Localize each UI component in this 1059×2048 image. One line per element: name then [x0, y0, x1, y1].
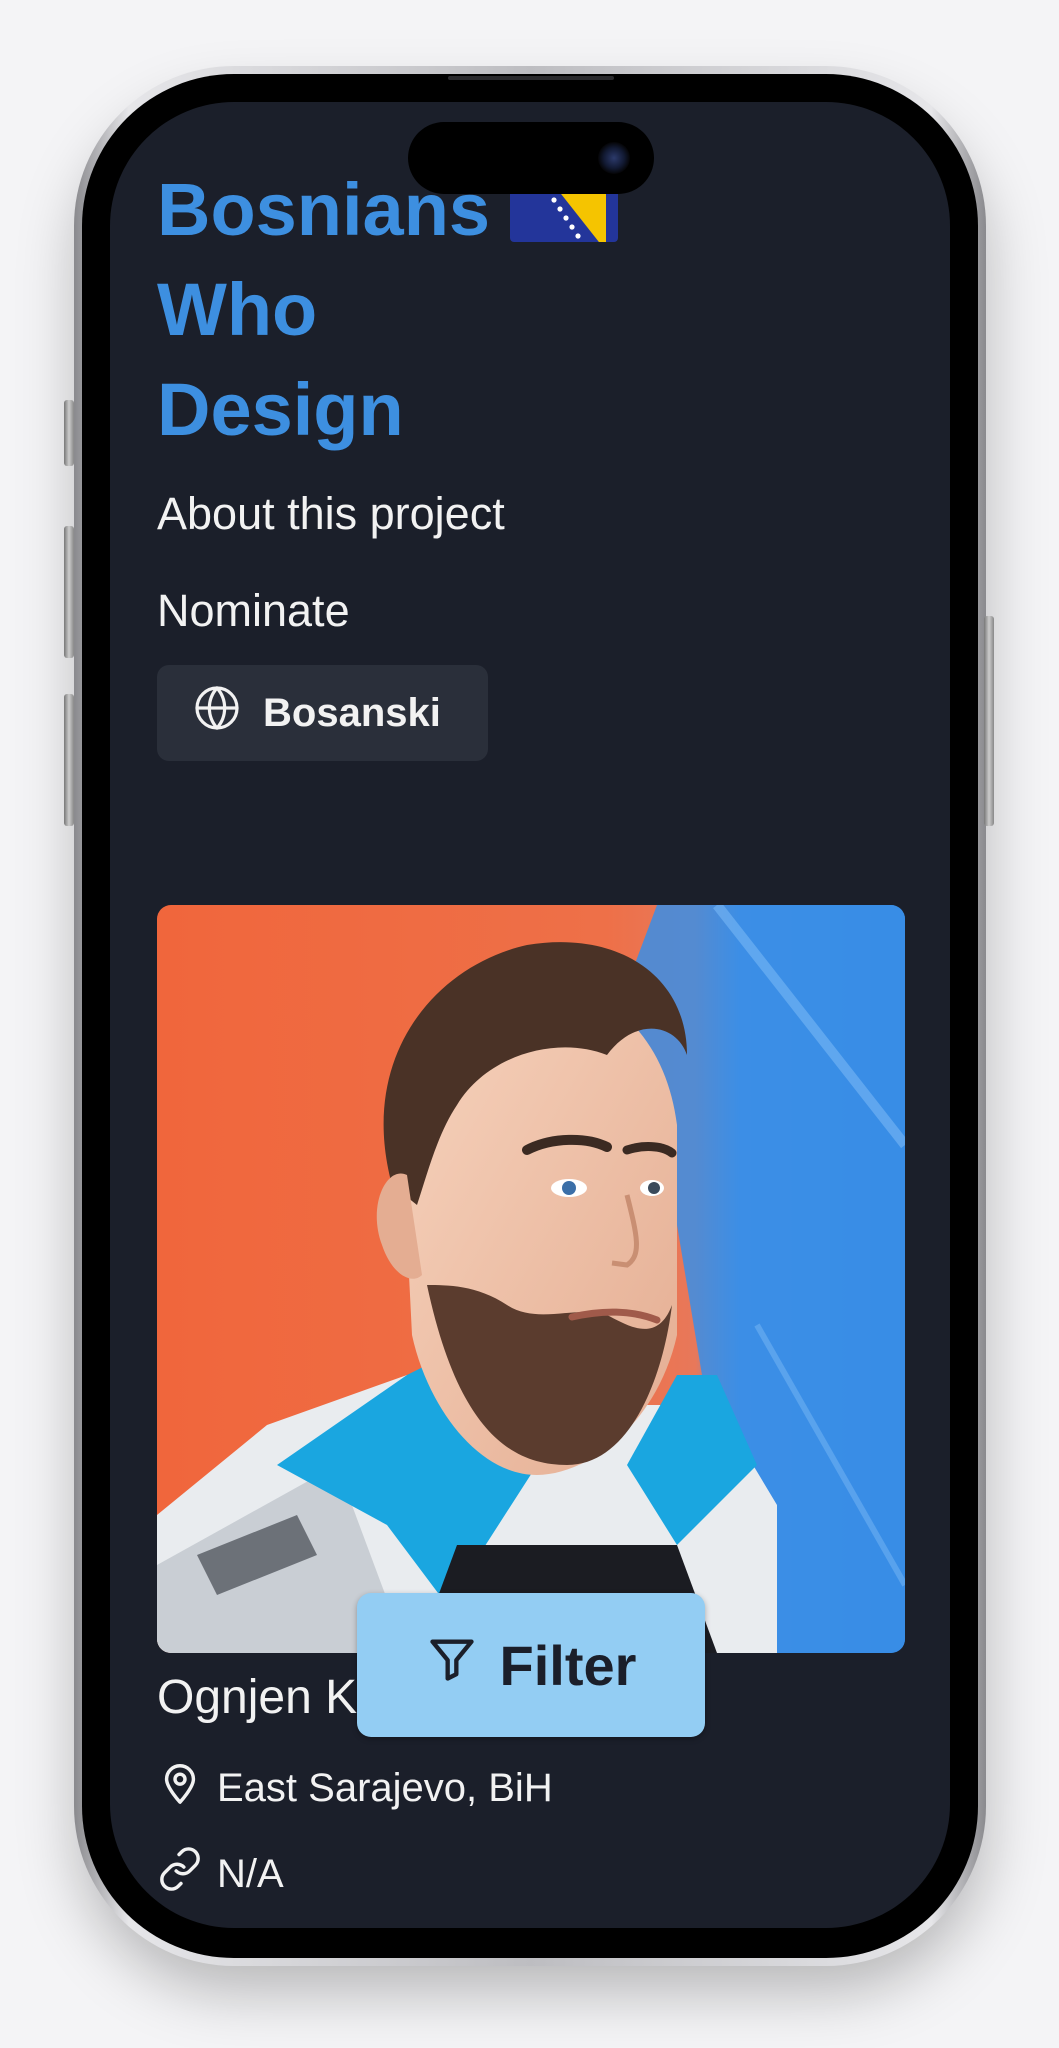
phone-action-button — [64, 400, 74, 466]
designer-name[interactable]: Ognjen K — [157, 1670, 357, 1725]
website-text[interactable]: N/A — [217, 1852, 284, 1897]
location-text: East Sarajevo, BiH — [217, 1765, 553, 1810]
language-button[interactable]: Bosanski — [157, 665, 488, 761]
page-title[interactable]: Bosnians Who Design — [157, 160, 717, 460]
title-line-2: Who — [157, 268, 318, 351]
about-link[interactable]: About this project — [157, 488, 505, 540]
nominate-link[interactable]: Nominate — [157, 585, 350, 637]
globe-icon — [193, 684, 241, 742]
phone-volume-down-button — [64, 694, 74, 826]
language-label: Bosanski — [263, 690, 441, 735]
phone-power-button — [984, 616, 994, 826]
phone-speaker — [448, 76, 614, 80]
filter-label: Filter — [499, 1633, 637, 1697]
location-row: East Sarajevo, BiH — [157, 1760, 553, 1816]
map-pin-icon — [157, 1760, 203, 1816]
camera-icon — [598, 142, 630, 174]
designer-portrait[interactable] — [157, 905, 905, 1653]
title-line-3: Design — [157, 368, 404, 451]
filter-icon — [426, 1633, 478, 1698]
filter-button[interactable]: Filter — [357, 1593, 705, 1737]
link-icon — [157, 1846, 203, 1902]
website-row: N/A — [157, 1846, 284, 1902]
phone-volume-up-button — [64, 526, 74, 658]
